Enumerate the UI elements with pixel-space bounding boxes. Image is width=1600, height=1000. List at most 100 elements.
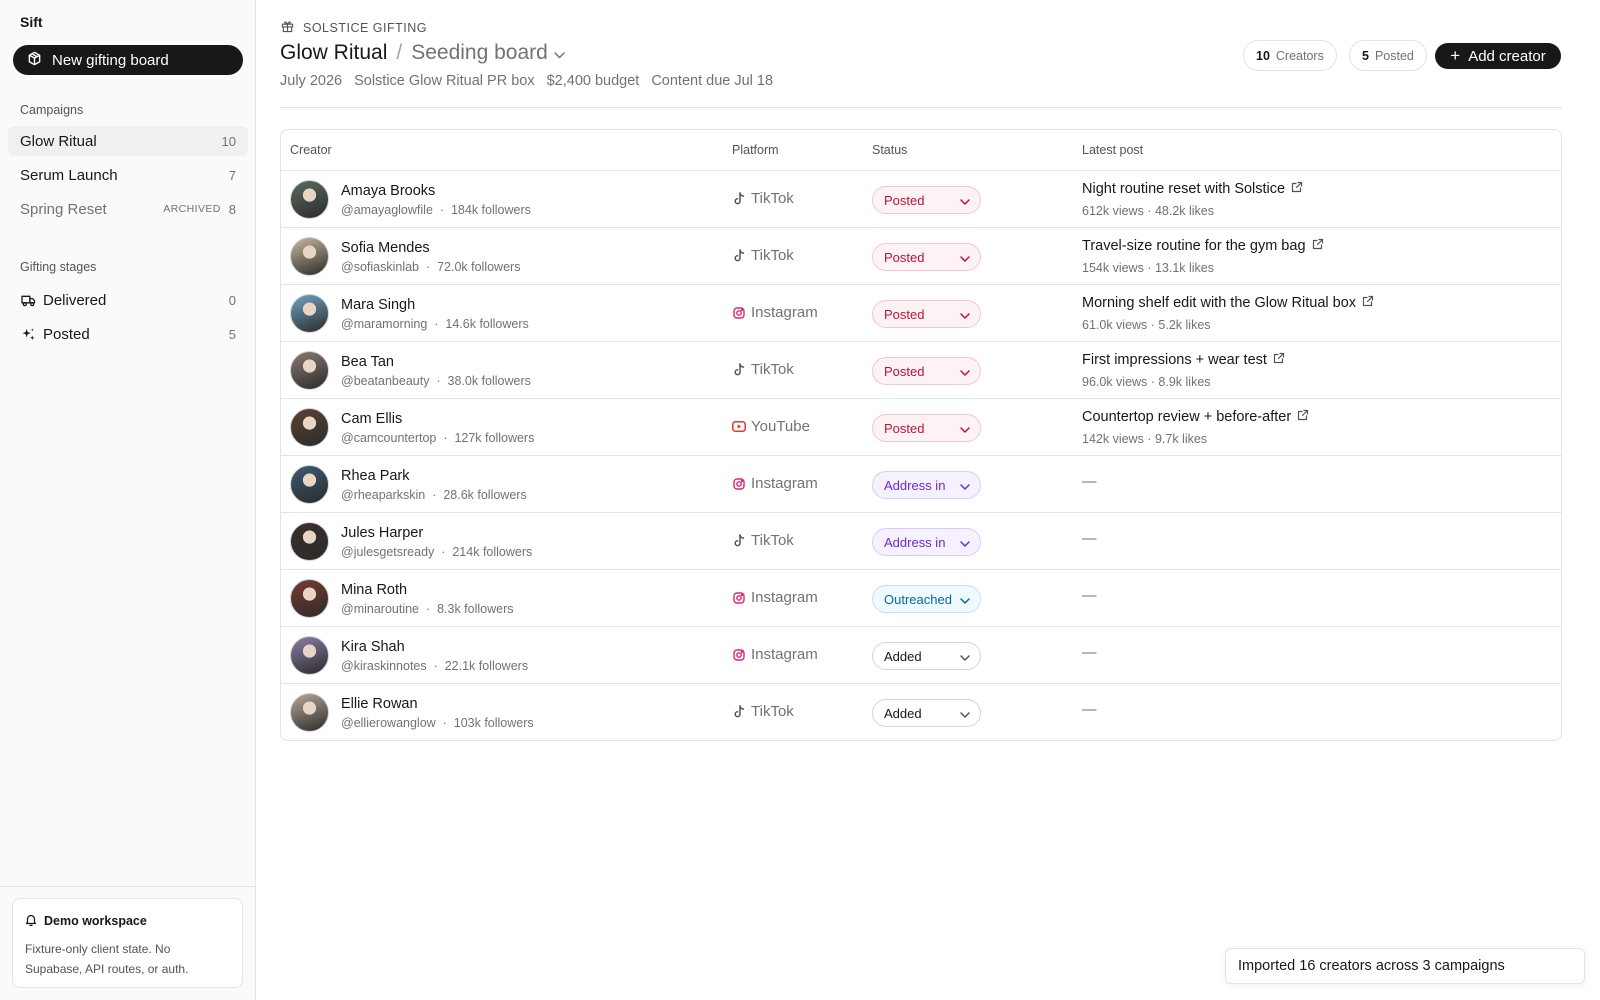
status-select[interactable]: Posted xyxy=(872,243,981,271)
creator-handle: @beatanbeauty xyxy=(341,374,430,388)
platform-cell[interactable]: YouTube xyxy=(732,418,810,435)
table-row[interactable]: Ellie Rowan @ellierowanglow · 103k follow… xyxy=(281,684,1561,740)
creator-handle: @rheaparkskin xyxy=(341,488,426,502)
campaign-count: 7 xyxy=(228,167,236,183)
new-gifting-board-label: New gifting board xyxy=(52,51,169,69)
tiktok-icon xyxy=(732,362,746,377)
tiktok-icon xyxy=(732,533,746,548)
table-row[interactable]: Kira Shah @kiraskinnotes · 22.1k follower… xyxy=(281,627,1561,684)
platform-cell[interactable]: TikTok xyxy=(732,247,794,264)
sidebar-item-serum-launch[interactable]: Serum Launch 7 xyxy=(8,160,248,190)
stage-name: Posted xyxy=(43,325,90,343)
platform-name: TikTok xyxy=(751,532,794,549)
creator-handle: @minaroutine xyxy=(341,602,420,616)
table-row[interactable]: Sofia Mendes @sofiaskinlab · 72.0k follow… xyxy=(281,228,1561,285)
status-label: Outreached xyxy=(884,591,952,607)
creator-name[interactable]: Rhea Park xyxy=(341,468,410,484)
creator-name[interactable]: Jules Harper xyxy=(341,525,423,541)
sidebar-item-glow-ritual[interactable]: Glow Ritual 10 xyxy=(8,126,248,156)
package-icon xyxy=(27,51,52,70)
latest-post-link[interactable]: Travel-size routine for the gym bag xyxy=(1082,238,1324,254)
external-link-icon xyxy=(1267,352,1285,368)
latest-post-link[interactable]: Night routine reset with Solstice xyxy=(1082,181,1303,197)
board-switcher[interactable]: Seeding board xyxy=(411,41,565,65)
sidebar-item-spring-reset[interactable]: Spring Reset ARCHIVED 8 xyxy=(8,194,248,224)
handle-separator: · xyxy=(426,659,445,673)
latest-post-empty: — xyxy=(1082,588,1097,604)
latest-post-stats: 612k views · 48.2k likes xyxy=(1082,204,1215,218)
sidebar-item-posted[interactable]: Posted 5 xyxy=(8,319,248,349)
external-link-icon xyxy=(1291,409,1309,425)
platform-cell[interactable]: Instagram xyxy=(732,475,818,492)
table-row[interactable]: Rhea Park @rheaparkskin · 28.6k followers… xyxy=(281,456,1561,513)
status-select[interactable]: Posted xyxy=(872,357,981,385)
status-select[interactable]: Posted xyxy=(872,300,981,328)
latest-post-empty: — xyxy=(1082,702,1097,718)
table-row[interactable]: Mina Roth @minaroutine · 8.3k followers In… xyxy=(281,570,1561,627)
creator-followers: 22.1k followers xyxy=(444,659,529,673)
table-row[interactable]: Amaya Brooks @amayaglowfile · 184k follow… xyxy=(281,171,1561,228)
platform-cell[interactable]: TikTok xyxy=(732,703,794,720)
status-select[interactable]: Added xyxy=(872,699,981,727)
handle-separator: · xyxy=(427,317,446,331)
add-creator-button[interactable]: + Add creator xyxy=(1435,43,1561,69)
status-label: Added xyxy=(884,648,922,664)
table-row[interactable]: Cam Ellis @camcountertop · 127k followers… xyxy=(281,399,1561,456)
latest-post-empty: — xyxy=(1082,531,1097,547)
creator-handle-line: @maramorning · 14.6k followers xyxy=(341,317,529,331)
creator-name[interactable]: Bea Tan xyxy=(341,354,394,370)
creator-name[interactable]: Cam Ellis xyxy=(341,411,402,427)
instagram-icon xyxy=(732,591,746,605)
avatar xyxy=(290,408,329,447)
avatar xyxy=(290,237,329,276)
chevron-down-icon xyxy=(960,364,970,379)
creator-handle-line: @beatanbeauty · 38.0k followers xyxy=(341,374,531,388)
sidebar-item-delivered[interactable]: Delivered 0 xyxy=(8,285,248,315)
posted-label: Posted xyxy=(1374,48,1414,63)
platform-cell[interactable]: Instagram xyxy=(732,589,818,606)
creator-name[interactable]: Mara Singh xyxy=(341,297,415,313)
status-select[interactable]: Added xyxy=(872,642,981,670)
latest-post-stats: 61.0k views · 5.2k likes xyxy=(1082,318,1211,332)
campaigns-section-label: Campaigns xyxy=(20,103,84,117)
creator-handle-line: @minaroutine · 8.3k followers xyxy=(341,602,514,616)
instagram-icon xyxy=(732,648,746,662)
creator-handle: @kiraskinnotes xyxy=(341,659,427,673)
platform-cell[interactable]: Instagram xyxy=(732,646,818,663)
latest-post-link[interactable]: Countertop review + before-after xyxy=(1082,409,1309,425)
status-label: Posted xyxy=(884,192,925,208)
campaign-box: Solstice Glow Ritual PR box xyxy=(354,73,535,89)
status-label: Posted xyxy=(884,249,925,265)
platform-name: YouTube xyxy=(751,418,810,435)
creator-name[interactable]: Ellie Rowan xyxy=(341,696,418,712)
status-select[interactable]: Address in xyxy=(872,471,981,499)
title-separator: / xyxy=(396,41,403,64)
latest-post-link[interactable]: First impressions + wear test xyxy=(1082,352,1285,368)
platform-cell[interactable]: TikTok xyxy=(732,190,794,207)
campaign-name: Spring Reset xyxy=(20,200,107,218)
creator-name[interactable]: Kira Shah xyxy=(341,639,405,655)
table-row[interactable]: Mara Singh @maramorning · 14.6k followers… xyxy=(281,285,1561,342)
latest-post-link[interactable]: Morning shelf edit with the Glow Ritual … xyxy=(1082,295,1374,311)
handle-separator: · xyxy=(436,431,455,445)
column-header-status: Status xyxy=(872,143,908,157)
creator-name[interactable]: Sofia Mendes xyxy=(341,240,430,256)
status-select[interactable]: Posted xyxy=(872,414,981,442)
chevron-down-icon xyxy=(960,193,970,208)
creator-name[interactable]: Amaya Brooks xyxy=(341,183,435,199)
table-row[interactable]: Jules Harper @julesgetsready · 214k follo… xyxy=(281,513,1561,570)
platform-cell[interactable]: TikTok xyxy=(732,361,794,378)
status-select[interactable]: Posted xyxy=(872,186,981,214)
creator-handle: @amayaglowfile xyxy=(341,203,433,217)
creator-followers: 127k followers xyxy=(454,431,535,445)
platform-cell[interactable]: TikTok xyxy=(732,532,794,549)
chevron-down-icon xyxy=(960,535,970,550)
status-select[interactable]: Outreached xyxy=(872,585,981,613)
table-row[interactable]: Bea Tan @beatanbeauty · 38.0k followers Ti… xyxy=(281,342,1561,399)
creator-name[interactable]: Mina Roth xyxy=(341,582,407,598)
avatar xyxy=(290,465,329,504)
status-select[interactable]: Address in xyxy=(872,528,981,556)
platform-cell[interactable]: Instagram xyxy=(732,304,818,321)
creator-followers: 184k followers xyxy=(450,203,531,217)
new-gifting-board-button[interactable]: New gifting board xyxy=(13,45,243,75)
